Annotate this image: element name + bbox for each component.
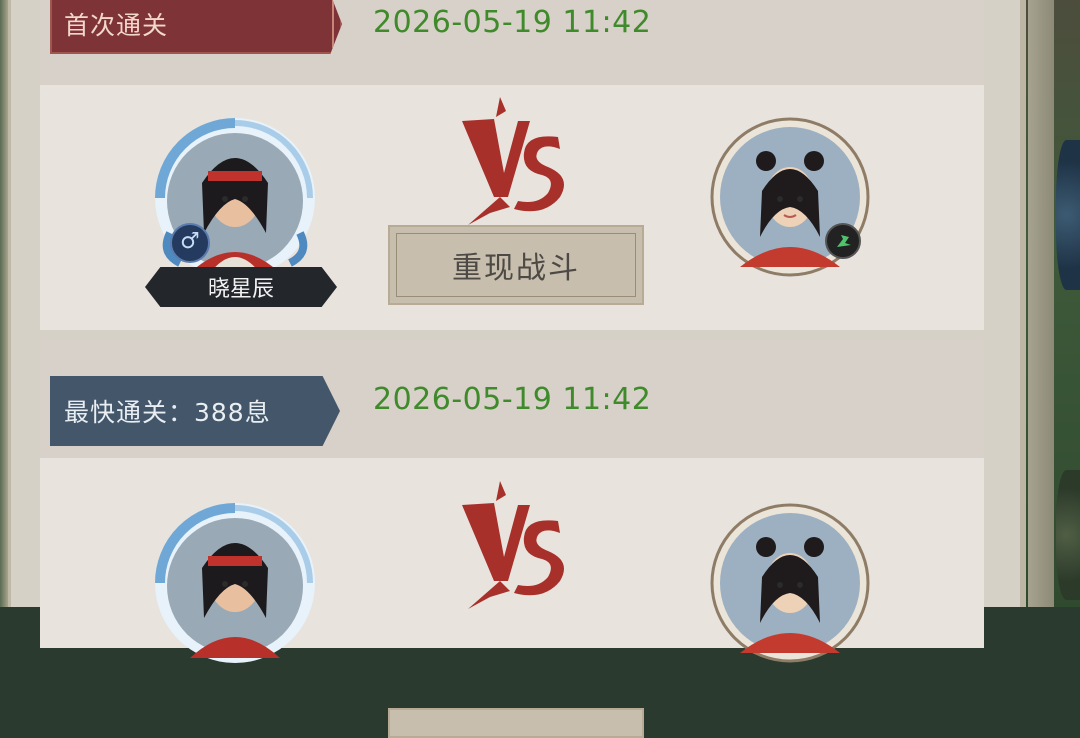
replay-battle-label: 重现战斗 xyxy=(452,251,580,286)
record-timestamp: 2026-05-19 11:42 xyxy=(373,5,652,40)
panel-scrollbar-track[interactable] xyxy=(1028,0,1054,607)
first-clear-tag: 首次通关 xyxy=(50,0,342,54)
male-gender-icon: ♂ xyxy=(170,223,210,263)
background-scenery xyxy=(1026,0,1080,607)
battle-record-first-clear: 首次通关 2026-05-19 11:42 ♂ 晓星辰 重现战斗 xyxy=(40,0,984,330)
record-body xyxy=(40,458,984,738)
background-decoration xyxy=(1056,470,1080,600)
left-frame-border xyxy=(0,0,8,607)
opponent-avatar[interactable] xyxy=(710,503,870,663)
record-timestamp: 2026-05-19 11:42 xyxy=(373,382,652,417)
versus-icon xyxy=(460,97,570,227)
background-decoration xyxy=(1056,140,1080,290)
record-header: 最快通关：388息 2026-05-19 11:42 xyxy=(40,340,984,458)
record-body: ♂ 晓星辰 重现战斗 xyxy=(40,85,984,330)
replay-battle-button[interactable] xyxy=(388,708,644,738)
battle-record-fastest-clear: 最快通关：388息 2026-05-19 11:42 xyxy=(40,340,984,738)
speed-icon xyxy=(825,223,861,259)
versus-icon xyxy=(460,481,570,611)
replay-battle-button[interactable]: 重现战斗 xyxy=(388,225,644,305)
fastest-clear-tag: 最快通关：388息 xyxy=(50,376,340,446)
player-avatar[interactable] xyxy=(150,498,320,668)
player-name: 晓星辰 xyxy=(145,267,337,307)
record-header: 首次通关 2026-05-19 11:42 xyxy=(40,0,984,85)
